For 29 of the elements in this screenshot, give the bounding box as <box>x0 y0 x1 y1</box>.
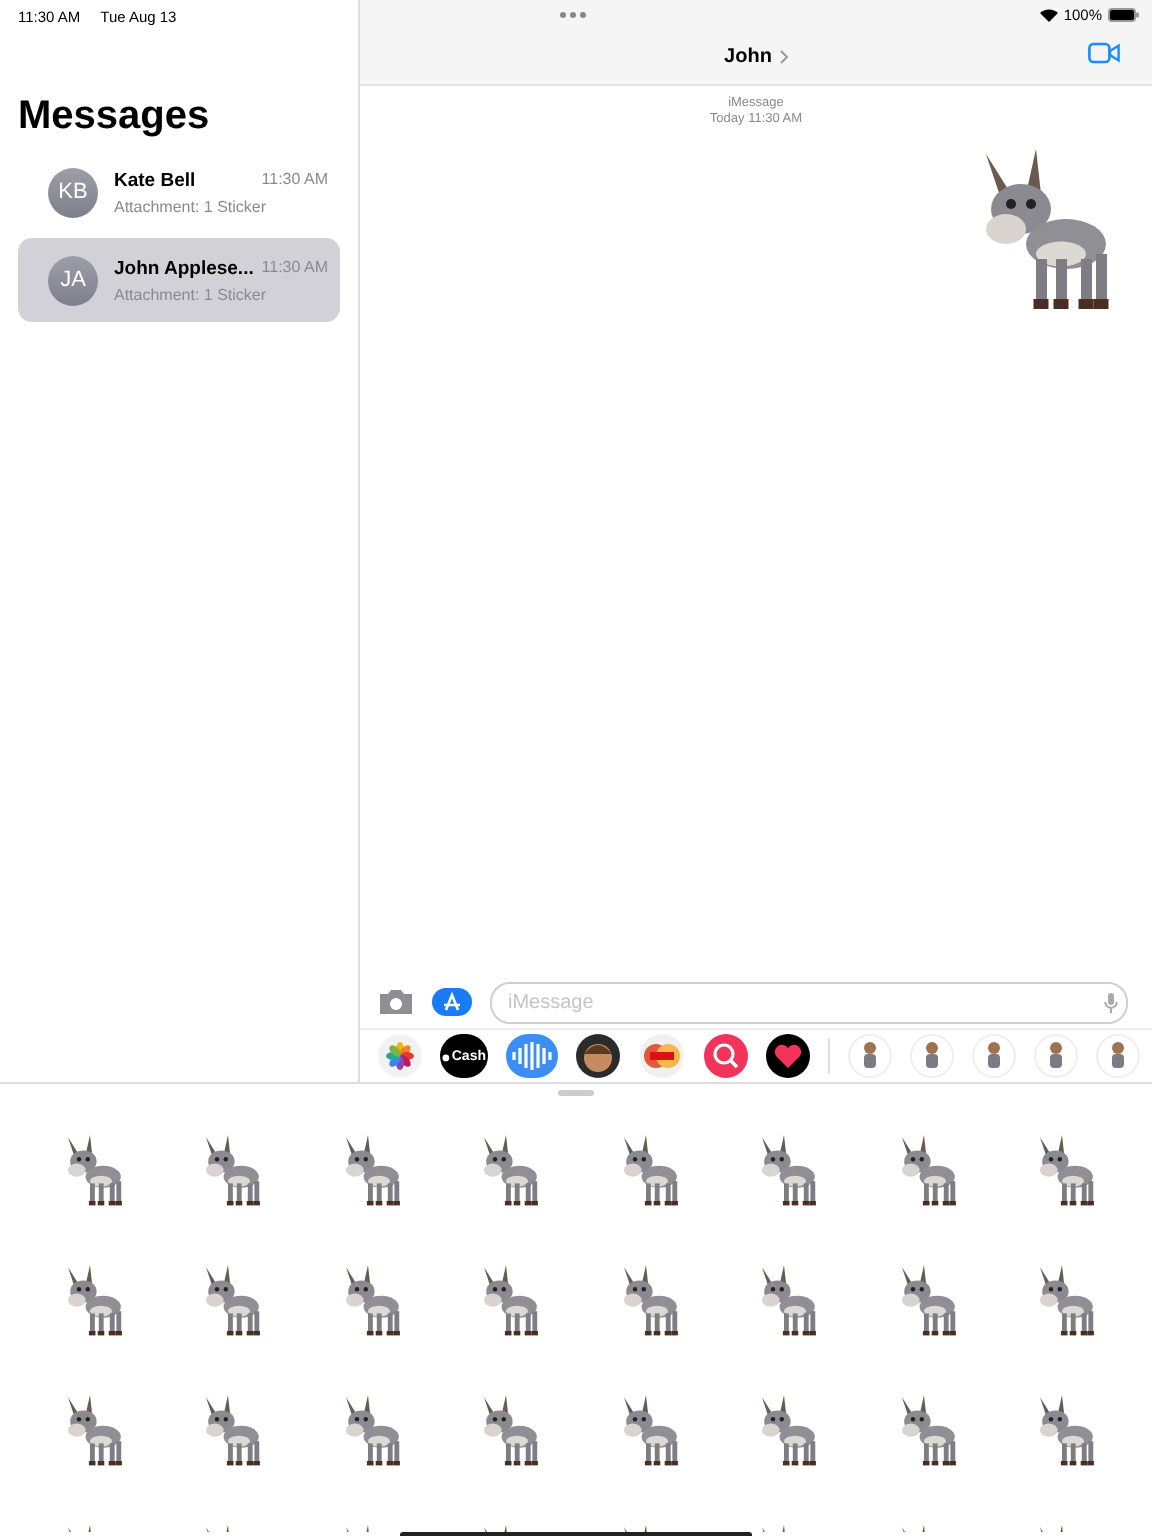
photos-icon[interactable] <box>378 1034 422 1078</box>
chevron-icon[interactable] <box>779 49 788 63</box>
wifi-icon <box>1039 7 1058 21</box>
message-preview: Attachment: 1 Sticker <box>114 285 269 303</box>
sticker-app-icon[interactable] <box>910 1034 954 1078</box>
contact-name: John Applese... <box>114 257 254 279</box>
avatar: KB <box>48 167 98 217</box>
battery-icon <box>1108 7 1140 21</box>
conversation-row[interactable]: JA John Applese... 11:30 AM Attachment: 1 Sticker <box>18 238 340 322</box>
message-time: 11:30 AM <box>261 169 328 191</box>
waveform-icon[interactable] <box>506 1034 558 1078</box>
sticker-app-icon[interactable] <box>972 1034 1016 1078</box>
camera-icon[interactable] <box>378 988 414 1016</box>
video-camera-icon[interactable] <box>1088 42 1120 64</box>
memoji-icon[interactable] <box>576 1034 620 1078</box>
sticker-app-icon[interactable] <box>848 1034 892 1078</box>
sticker-app-icon[interactable] <box>1034 1034 1078 1078</box>
message-preview: Attachment: 1 Sticker <box>114 197 269 215</box>
sticker-app-icon[interactable] <box>1096 1034 1140 1078</box>
contact-title[interactable]: John <box>724 45 788 67</box>
stickers-icon[interactable] <box>638 1034 686 1078</box>
multitasking-icon[interactable] <box>560 11 586 17</box>
contact-name: Kate Bell <box>114 169 196 191</box>
messages-title: Messages <box>18 94 212 140</box>
search-icon[interactable] <box>704 1034 748 1078</box>
message-time: 11:30 AM <box>261 257 328 279</box>
avatar: JA <box>48 255 98 305</box>
app-store-icon[interactable] <box>432 988 472 1016</box>
conversation-row[interactable]: KB Kate Bell 11:30 AM Attachment: 1 Sticker <box>18 150 340 234</box>
